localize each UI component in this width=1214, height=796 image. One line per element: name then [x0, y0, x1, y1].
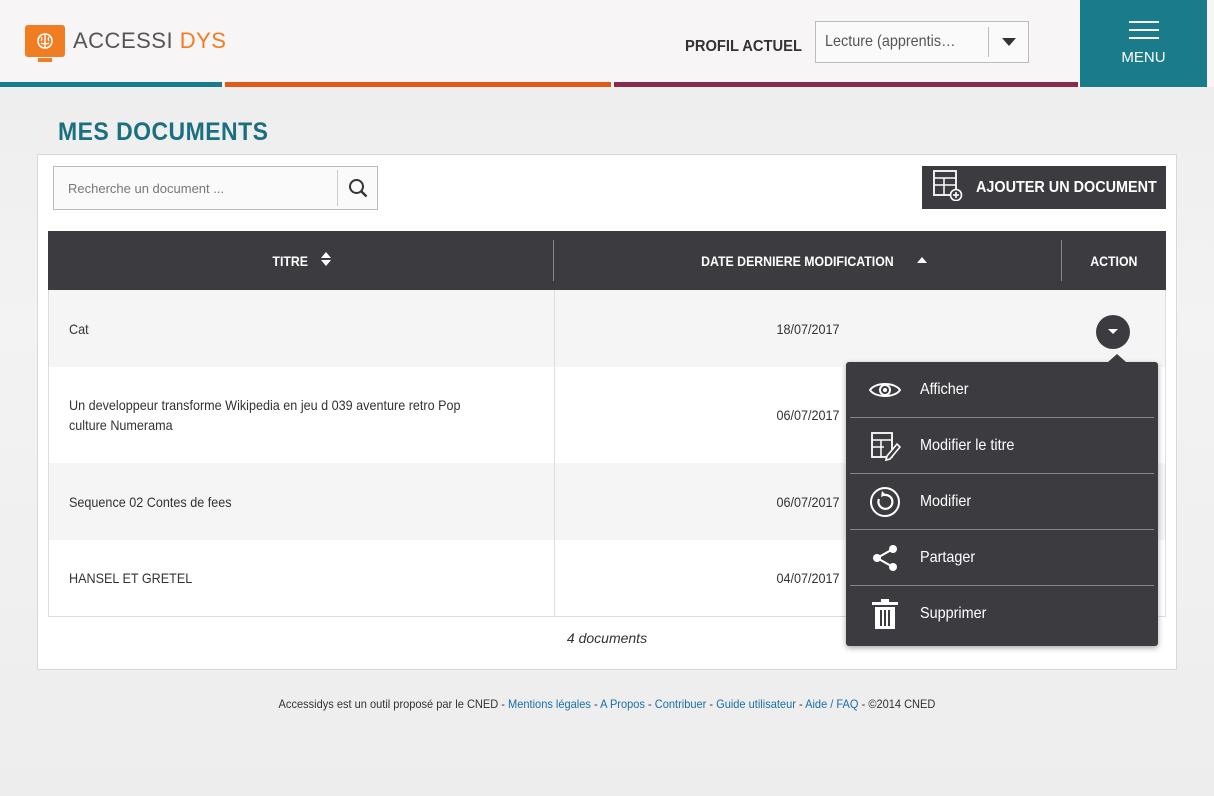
chevron-down-icon[interactable] [988, 27, 1028, 57]
header-stripe-menu [1080, 82, 1207, 87]
search-box [53, 166, 378, 210]
sort-both-icon [320, 252, 331, 269]
header-stripe-purple [614, 82, 1078, 87]
header-stripe-teal [0, 82, 222, 87]
row-title[interactable]: HANSEL ET GRETEL [69, 568, 192, 588]
menu-item-afficher[interactable]: Afficher [850, 362, 1154, 418]
column-header-action: ACTION [1061, 240, 1166, 281]
row-date: 06/07/2017 [776, 493, 840, 510]
profil-label: PROFIL ACTUEL [685, 38, 802, 55]
caret-down-icon [1108, 329, 1119, 334]
table-header: TITRE DATE DERNIERE MODIFICATION ACTION [48, 231, 1166, 290]
menu-button[interactable]: MENU [1080, 0, 1207, 87]
search-input[interactable] [54, 180, 337, 196]
brain-icon [25, 25, 65, 62]
row-title[interactable]: Sequence 02 Contes de fees [69, 492, 232, 512]
footer-prefix: Accessidys est un outil proposé par le C… [278, 697, 509, 711]
menu-item-partager[interactable]: Partager [850, 530, 1154, 586]
footer-suffix: - ©2014 CNED [858, 697, 936, 711]
footer: Accessidys est un outil proposé par le C… [278, 697, 936, 711]
add-document-label: AJOUTER UN DOCUMENT [976, 178, 1157, 196]
profil-select[interactable]: Lecture (apprentis… [815, 21, 1029, 63]
page-title: MES DOCUMENTS [58, 118, 269, 146]
header-stripe-orange [225, 82, 611, 87]
hamburger-icon [1128, 21, 1159, 39]
row-date: 06/07/2017 [776, 407, 840, 423]
edit-title-icon [850, 430, 920, 462]
sort-asc-icon [916, 250, 927, 266]
header: ACCESSI DYS PROFIL ACTUEL Lecture (appre… [0, 0, 1214, 87]
row-date: 04/07/2017 [776, 570, 840, 586]
column-header-titre[interactable]: TITRE [48, 231, 553, 290]
refresh-icon [850, 486, 920, 518]
menu-item-supprimer[interactable]: Supprimer [850, 586, 1154, 642]
column-header-date[interactable]: DATE DERNIERE MODIFICATION [553, 240, 1061, 281]
menu-item-modifier[interactable]: Modifier [850, 474, 1154, 530]
table-row[interactable]: Cat 18/07/2017 [49, 290, 1165, 367]
footer-link-guide[interactable]: Guide utilisateur [716, 697, 796, 711]
eye-icon [850, 379, 920, 401]
share-icon [850, 544, 920, 572]
menu-label: MENU [1121, 49, 1166, 66]
add-document-icon [932, 169, 964, 206]
search-icon[interactable] [337, 170, 377, 206]
action-dropdown-menu: Afficher Modifier le titre Modifier Part… [846, 354, 1158, 646]
row-title[interactable]: Cat [69, 319, 89, 339]
logo-text: ACCESSI DYS [73, 28, 227, 53]
row-action-button[interactable] [1096, 314, 1131, 349]
menu-item-modifier-titre[interactable]: Modifier le titre [850, 418, 1154, 474]
logo[interactable]: ACCESSI DYS [25, 25, 227, 62]
footer-link-contribuer[interactable]: Contribuer [655, 697, 707, 711]
row-title[interactable]: Un developpeur transforme Wikipedia en j… [69, 395, 501, 435]
footer-link-aide[interactable]: Aide / FAQ [805, 697, 858, 711]
footer-link-mentions[interactable]: Mentions légales [508, 697, 591, 711]
add-document-button[interactable]: AJOUTER UN DOCUMENT [922, 166, 1166, 209]
footer-link-apropos[interactable]: A Propos [600, 697, 645, 711]
profil-select-value: Lecture (apprentis… [825, 33, 956, 50]
row-date: 18/07/2017 [776, 320, 840, 337]
trash-icon [850, 599, 920, 629]
